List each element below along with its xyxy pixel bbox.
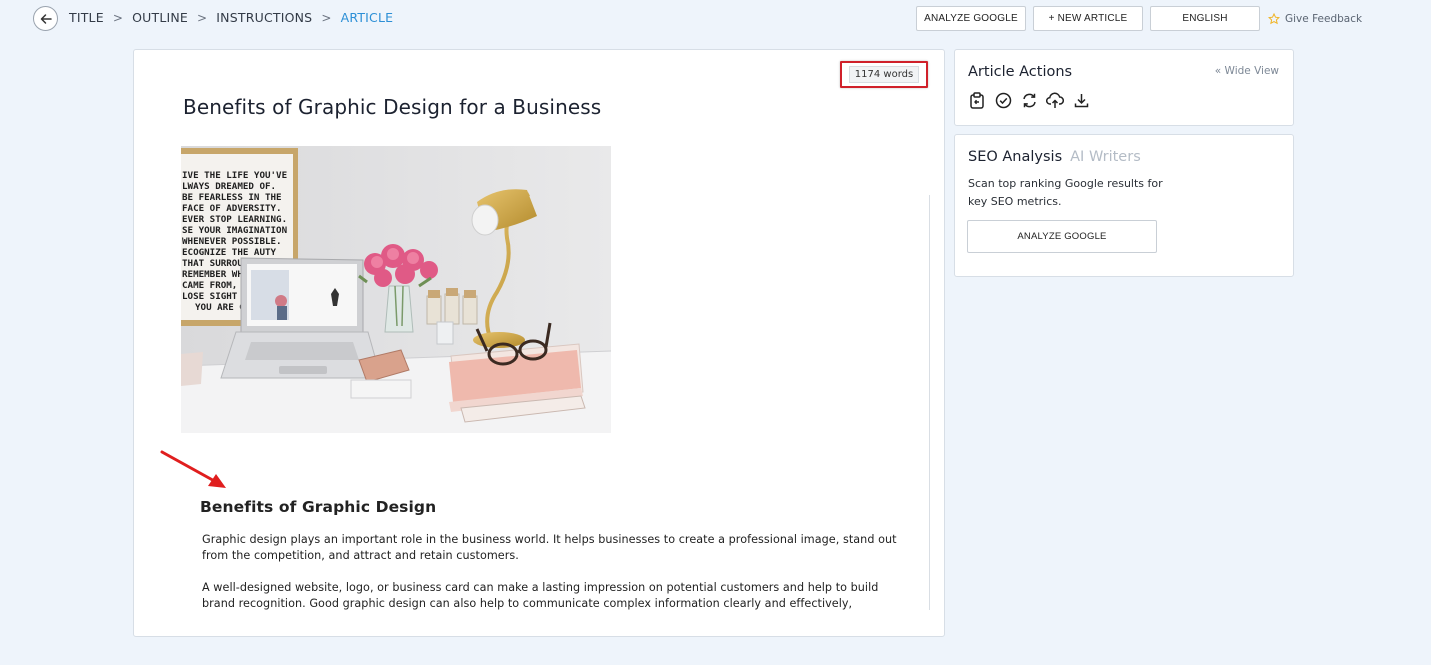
breadcrumb-outline[interactable]: OUTLINE bbox=[132, 10, 188, 25]
word-count-badge: 1174 words bbox=[848, 66, 920, 83]
svg-text:IVE THE LIFE YOU'VE: IVE THE LIFE YOU'VE bbox=[182, 170, 287, 181]
double-chevron-left-icon: « bbox=[1214, 65, 1222, 77]
give-feedback-label: Give Feedback bbox=[1285, 13, 1363, 25]
tab-seo-analysis[interactable]: SEO Analysis bbox=[968, 149, 1062, 165]
breadcrumb-separator: > bbox=[321, 10, 332, 25]
download-icon[interactable] bbox=[1072, 91, 1090, 109]
breadcrumb-title[interactable]: TITLE bbox=[69, 10, 104, 25]
article-paragraph[interactable]: A well-designed website, logo, or busine… bbox=[202, 580, 897, 612]
red-arrow-annotation bbox=[160, 450, 226, 488]
svg-text:ECOGNIZE THE AUTY: ECOGNIZE THE AUTY bbox=[182, 247, 277, 258]
breadcrumb-article[interactable]: ARTICLE bbox=[341, 10, 394, 25]
article-title[interactable]: Benefits of Graphic Design for a Busines… bbox=[183, 95, 601, 119]
word-count-highlight: 1174 words bbox=[840, 61, 928, 88]
back-button[interactable] bbox=[33, 6, 58, 31]
new-article-button[interactable]: + NEW ARTICLE bbox=[1033, 6, 1143, 31]
language-select[interactable]: ENGLISH bbox=[1150, 6, 1260, 31]
wide-view-label: Wide View bbox=[1224, 65, 1279, 77]
svg-text:BE FEARLESS IN THE: BE FEARLESS IN THE bbox=[182, 192, 282, 203]
analyze-google-button[interactable]: ANALYZE GOOGLE bbox=[916, 6, 1026, 31]
svg-text:LWAYS DREAMED OF.: LWAYS DREAMED OF. bbox=[182, 181, 276, 192]
svg-text:WHENEVER POSSIBLE.: WHENEVER POSSIBLE. bbox=[182, 236, 282, 247]
article-actions-icons bbox=[968, 91, 1090, 109]
give-feedback-link[interactable]: Give Feedback bbox=[1268, 13, 1362, 25]
arrow-left-icon bbox=[40, 13, 52, 24]
svg-text:EVER STOP LEARNING.: EVER STOP LEARNING. bbox=[182, 214, 287, 225]
svg-text:FACE OF ADVERSITY.: FACE OF ADVERSITY. bbox=[182, 203, 282, 214]
editor-scrollbar[interactable] bbox=[929, 195, 930, 610]
seo-analyze-google-button[interactable]: ANALYZE GOOGLE bbox=[967, 220, 1157, 253]
article-actions-panel: Article Actions « Wide View bbox=[954, 49, 1294, 126]
section-heading[interactable]: Benefits of Graphic Design bbox=[200, 498, 436, 516]
svg-text:REMEMBER WHI: REMEMBER WHI bbox=[182, 269, 248, 280]
star-icon bbox=[1268, 13, 1280, 25]
breadcrumb-separator: > bbox=[197, 10, 208, 25]
article-hero-image[interactable]: IVE THE LIFE YOU'VE LWAYS DREAMED OF. BE… bbox=[181, 146, 611, 433]
svg-text:SE YOUR IMAGINATION: SE YOUR IMAGINATION bbox=[182, 225, 287, 236]
wide-view-link[interactable]: « Wide View bbox=[1215, 65, 1279, 77]
refresh-icon[interactable] bbox=[1020, 91, 1038, 109]
article-actions-title: Article Actions bbox=[968, 64, 1073, 80]
check-circle-icon[interactable] bbox=[994, 91, 1012, 109]
seo-description: Scan top ranking Google results for key … bbox=[968, 177, 1163, 208]
article-paragraph[interactable]: Graphic design plays an important role i… bbox=[202, 532, 897, 564]
seo-tabs: SEO Analysis AI Writers bbox=[968, 149, 1141, 165]
clipboard-copy-icon[interactable] bbox=[968, 91, 986, 109]
upload-cloud-icon[interactable] bbox=[1046, 91, 1064, 109]
breadcrumb: TITLE > OUTLINE > INSTRUCTIONS > ARTICLE bbox=[69, 10, 393, 25]
breadcrumb-instructions[interactable]: INSTRUCTIONS bbox=[216, 10, 312, 25]
breadcrumb-separator: > bbox=[112, 10, 124, 25]
tab-ai-writers[interactable]: AI Writers bbox=[1070, 149, 1141, 165]
